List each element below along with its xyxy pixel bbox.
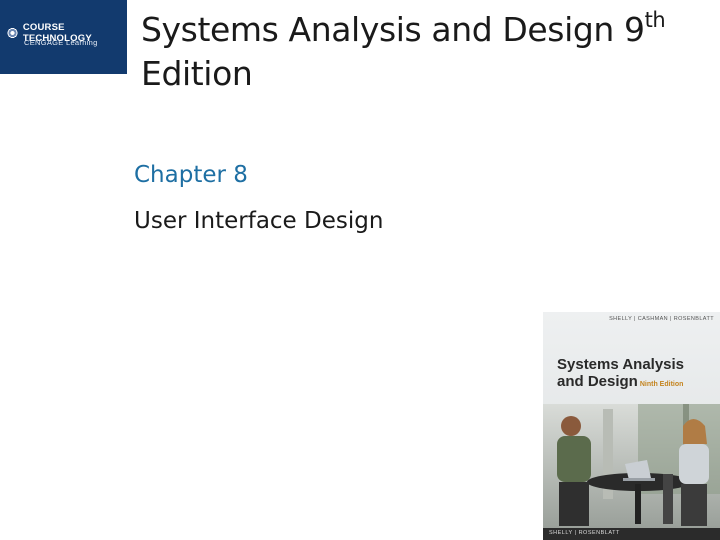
book-cover-title-line2: and Design — [557, 373, 638, 390]
book-cover-title-line1: Systems Analysis — [557, 356, 685, 373]
book-cover-bottom-bar: SHELLY | ROSENBLATT — [543, 528, 720, 540]
chapter-subtitle: User Interface Design — [134, 208, 384, 234]
chapter-label: Chapter 8 — [134, 162, 248, 188]
book-cover-bottom-text: SHELLY | ROSENBLATT — [549, 530, 620, 536]
book-cover-edition: Ninth Edition — [639, 381, 684, 388]
slide-title: Systems Analysis and Design 9th Edition — [141, 8, 716, 96]
course-technology-emblem-icon — [6, 26, 19, 40]
book-cover-title: Systems Analysis and Design Ninth Edition — [557, 356, 684, 393]
slide-title-superscript: th — [644, 8, 666, 32]
slide-title-line2: Edition — [141, 54, 253, 93]
book-cover-authors: SHELLY | CASHMAN | ROSENBLATT — [609, 316, 714, 322]
slide-title-main: Systems Analysis and Design 9 — [141, 10, 645, 49]
book-cover-image: SHELLY | CASHMAN | ROSENBLATT Systems An… — [543, 312, 720, 540]
publisher-logo: COURSE TECHNOLOGY CENGAGE Learning — [0, 0, 127, 74]
book-cover-photo — [543, 404, 720, 528]
logo-text-cengage: CENGAGE Learning — [24, 38, 98, 47]
